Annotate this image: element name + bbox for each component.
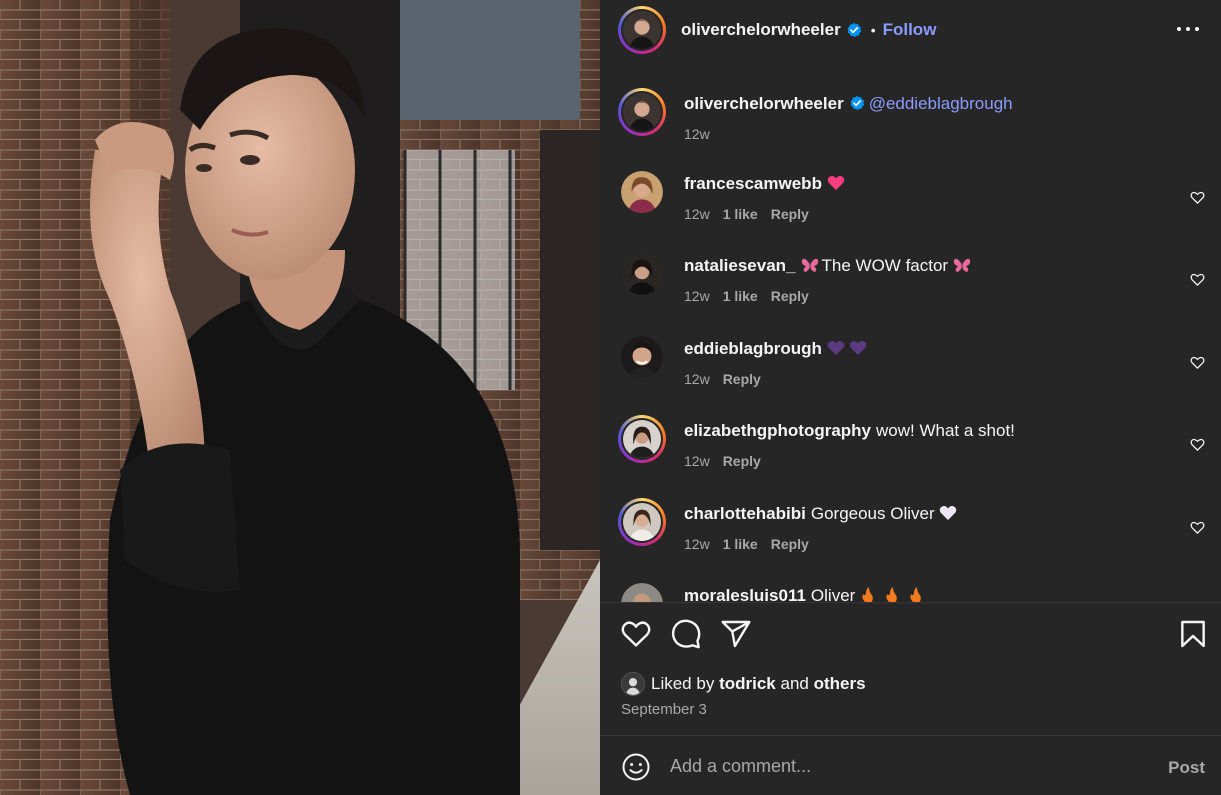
butterfly-icon (801, 258, 818, 272)
post-modal: oliverchelorwheeler • Follow oliverchelo… (0, 0, 1221, 795)
post-photo[interactable] (0, 0, 600, 795)
comment-item: moralesluis011 Oliver (618, 580, 1203, 602)
commenter-avatar-image (621, 336, 663, 378)
caption: oliverchelorwheeler @eddieblagbrough 12w (618, 88, 1203, 142)
author-avatar-image (623, 11, 661, 49)
post-header: oliverchelorwheeler • Follow (600, 0, 1221, 60)
post-sidebar: oliverchelorwheeler • Follow oliverchelo… (600, 0, 1221, 795)
emoji-picker-icon[interactable] (621, 752, 651, 782)
like-comment-icon[interactable] (1190, 355, 1205, 370)
verified-badge-icon (847, 22, 861, 38)
commenter-avatar[interactable] (621, 336, 663, 378)
commenter-avatar-image (623, 503, 661, 541)
comment-text: Oliver (810, 586, 856, 602)
author-username[interactable]: oliverchelorwheeler (681, 20, 841, 40)
comment-bubble-icon[interactable] (670, 618, 702, 650)
butterfly-icon (953, 258, 970, 272)
comment-likes[interactable]: 1 like (723, 288, 758, 304)
likes-prefix: Liked by (651, 674, 715, 693)
caption-time: 12w (684, 126, 710, 142)
comment-text: Gorgeous Oliver (810, 504, 935, 523)
liker-avatar-image (622, 673, 644, 695)
like-comment-icon[interactable] (1190, 190, 1205, 205)
commenter-avatar-image (621, 583, 663, 602)
caption-avatar[interactable] (618, 88, 666, 136)
commenter-avatar-image (621, 253, 663, 295)
commenter-avatar-image (621, 171, 663, 213)
commenter-username[interactable]: francescamwebb (684, 174, 822, 193)
comment-item: francescamwebb 12w 1 like Reply (618, 168, 1205, 222)
comment-text: wow! What a shot! (876, 421, 1015, 440)
comment-input[interactable] (670, 750, 1150, 782)
purple-hearts-icon (827, 341, 867, 355)
follow-button[interactable]: Follow (883, 20, 937, 40)
save-bookmark-icon[interactable] (1177, 618, 1209, 650)
caption-avatar-image (623, 93, 661, 131)
comment-item: elizabethgphotography wow! What a shot! 1… (618, 415, 1205, 469)
commenter-username[interactable]: elizabethgphotography (684, 421, 871, 440)
comment-item: eddieblagbrough 12w Reply (618, 333, 1205, 387)
commenter-username[interactable]: nataliesevan_ (684, 256, 796, 275)
comment-likes[interactable]: 1 like (723, 536, 758, 552)
fire-icon (862, 587, 921, 602)
post-actions (600, 618, 1221, 658)
comment-time: 12w (684, 536, 710, 552)
portrait-image (0, 0, 600, 795)
white-heart-icon (940, 506, 957, 520)
like-comment-icon[interactable] (1190, 272, 1205, 287)
likes-others-link[interactable]: others (814, 674, 866, 694)
commenter-avatar-image (623, 420, 661, 458)
more-options-icon[interactable] (1177, 18, 1199, 40)
comment-time: 12w (684, 288, 710, 304)
comment-time: 12w (684, 206, 710, 222)
reply-button[interactable]: Reply (771, 288, 809, 304)
reply-button[interactable]: Reply (723, 371, 761, 387)
comment-text: The WOW factor (821, 256, 949, 275)
likes-summary[interactable]: Liked by todrick and others (621, 672, 866, 696)
separator-dot: • (870, 22, 876, 38)
comment-item: charlottehabibi Gorgeous Oliver 12w 1 like… (618, 498, 1205, 552)
commenter-avatar[interactable] (618, 415, 666, 463)
comments-list[interactable]: oliverchelorwheeler @eddieblagbrough 12w … (600, 84, 1221, 602)
likes-conj: and (780, 674, 809, 693)
author-avatar[interactable] (618, 6, 666, 54)
commenter-username[interactable]: moralesluis011 (684, 586, 806, 602)
commenter-username[interactable]: eddieblagbrough (684, 339, 822, 358)
like-heart-icon[interactable] (620, 618, 652, 650)
caption-username[interactable]: oliverchelorwheeler (684, 94, 844, 113)
reply-button[interactable]: Reply (723, 453, 761, 469)
post-date[interactable]: September 3 (621, 701, 707, 718)
reply-button[interactable]: Reply (771, 536, 809, 552)
like-comment-icon[interactable] (1190, 520, 1205, 535)
reply-button[interactable]: Reply (771, 206, 809, 222)
post-comment-button[interactable]: Post (1168, 758, 1205, 778)
commenter-avatar[interactable] (621, 253, 663, 295)
share-send-icon[interactable] (720, 618, 752, 650)
caption-mention-link[interactable]: @eddieblagbrough (869, 94, 1013, 113)
comment-likes[interactable]: 1 like (723, 206, 758, 222)
likes-user-link[interactable]: todrick (719, 674, 776, 694)
commenter-username[interactable]: charlottehabibi (684, 504, 806, 523)
commenter-avatar[interactable] (621, 583, 663, 602)
comment-time: 12w (684, 371, 710, 387)
liker-avatar[interactable] (621, 672, 645, 696)
comment-time: 12w (684, 453, 710, 469)
pink-heart-icon (827, 176, 845, 190)
comment-item: nataliesevan_ The WOW factor 12w 1 like Rep… (618, 250, 1205, 304)
divider (600, 602, 1221, 603)
verified-badge-icon (850, 95, 864, 111)
commenter-avatar[interactable] (621, 171, 663, 213)
like-comment-icon[interactable] (1190, 437, 1205, 452)
commenter-avatar[interactable] (618, 498, 666, 546)
comment-composer: Post (600, 736, 1221, 795)
